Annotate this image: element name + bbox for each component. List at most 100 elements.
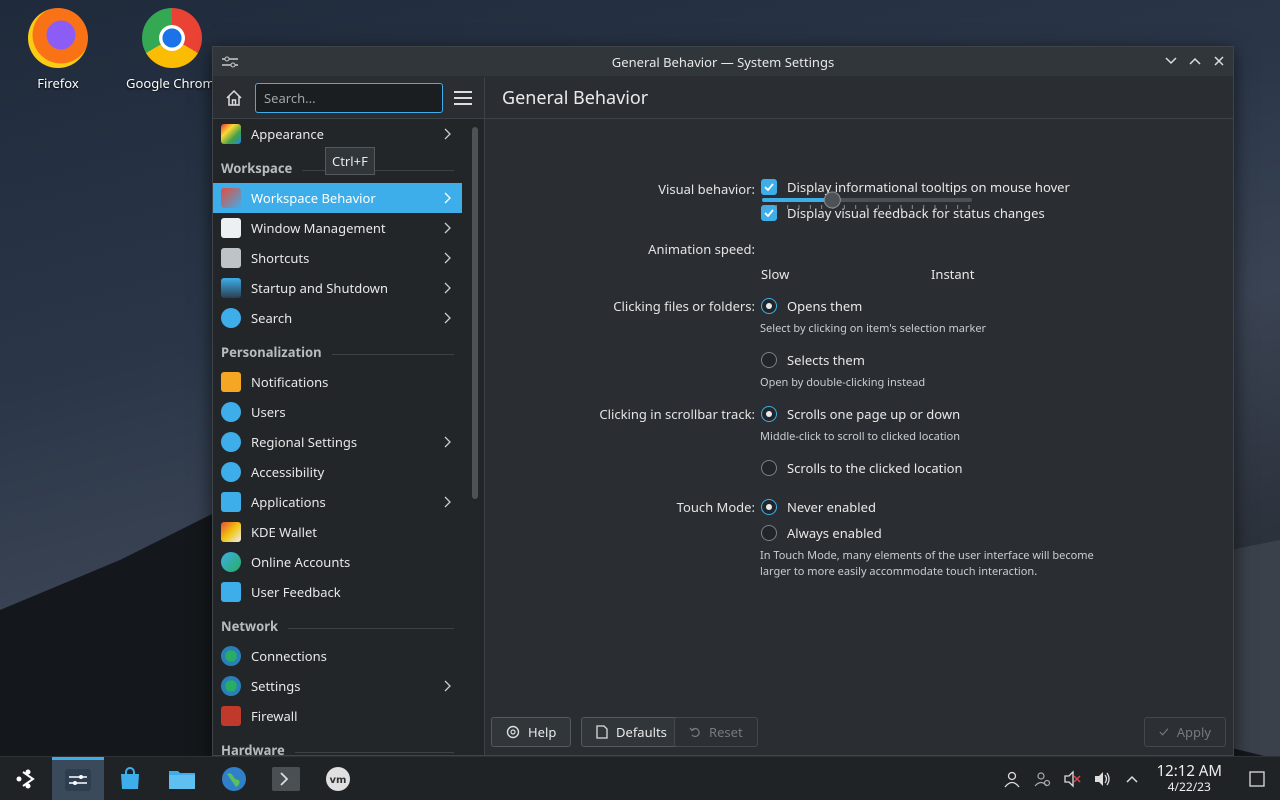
taskbar-discover[interactable]	[104, 757, 156, 800]
tray-users-icon[interactable]	[1027, 770, 1057, 788]
home-icon	[226, 89, 242, 106]
window-menu-icon[interactable]	[221, 55, 239, 69]
sidebar-item-label: Notifications	[251, 373, 329, 391]
window-title: General Behavior — System Settings	[611, 52, 835, 71]
sidebar-item-search[interactable]: Search	[213, 303, 462, 333]
search-input[interactable]	[255, 82, 443, 113]
sidebar-item-label: Accessibility	[251, 463, 325, 481]
sidebar-item-label: KDE Wallet	[251, 523, 318, 541]
sidebar-item-accessibility[interactable]: Accessibility	[213, 457, 462, 487]
document-icon	[596, 725, 608, 739]
search-shortcut-tooltip: Ctrl+F	[325, 147, 375, 175]
help-button[interactable]: Help	[491, 717, 572, 747]
sidebar-item-user-feedback[interactable]: User Feedback	[213, 577, 462, 607]
reset-button[interactable]: Reset	[674, 717, 758, 747]
selects-them-radio[interactable]: Selects them	[761, 351, 865, 369]
clock[interactable]: 12:12 AM 4/22/23	[1157, 764, 1222, 795]
sidebar-category-title: Personalization	[221, 343, 322, 361]
radio-selected-icon	[761, 499, 777, 515]
sidebar-item-window-management[interactable]: Window Management	[213, 213, 462, 243]
show-desktop-button[interactable]	[1242, 771, 1272, 787]
sidebar-item-regional-settings[interactable]: Regional Settings	[213, 427, 462, 457]
online-accounts-icon	[221, 552, 241, 572]
feedback-icon	[221, 582, 241, 602]
appearance-icon	[221, 124, 241, 144]
tray-expand-icon[interactable]	[1117, 775, 1147, 783]
sidebar-item-label: Appearance	[251, 125, 324, 143]
sidebar-item-settings[interactable]: Settings	[213, 671, 462, 701]
taskbar-file-manager[interactable]	[156, 757, 208, 800]
divider	[294, 752, 454, 753]
radio-unselected-icon	[761, 525, 777, 541]
tray-user-icon[interactable]	[997, 770, 1027, 788]
animation-speed-slider[interactable]	[761, 188, 973, 218]
taskbar-browser[interactable]	[208, 757, 260, 800]
sidebar-item-label: User Feedback	[251, 583, 341, 601]
hamburger-menu-button[interactable]	[453, 88, 473, 108]
show-desktop-icon	[1249, 771, 1265, 787]
desktop-icon-chrome[interactable]: Google Chrome	[124, 8, 214, 92]
touch-mode-note-line1: In Touch Mode, many elements of the user…	[760, 548, 1094, 563]
sidebar-item-applications[interactable]: Applications	[213, 487, 462, 517]
sidebar-item-firewall[interactable]: Firewall	[213, 701, 462, 731]
check-icon	[1159, 728, 1169, 736]
always-enabled-radio[interactable]: Always enabled	[761, 524, 882, 542]
scroll-clicked-radio[interactable]: Scrolls to the clicked location	[761, 459, 963, 477]
sidebar-item-notifications[interactable]: Notifications	[213, 367, 462, 397]
chevron-right-icon	[444, 312, 451, 324]
sidebar-item-shortcuts[interactable]: Shortcuts	[213, 243, 462, 273]
minimize-button[interactable]	[1163, 53, 1179, 69]
touch-mode-note-line2: larger to more easily accommodate touch …	[760, 564, 1038, 579]
opens-them-radio[interactable]: Opens them	[761, 297, 862, 315]
tray-volume-icon[interactable]	[1087, 770, 1117, 788]
chevron-right-icon	[444, 436, 451, 448]
defaults-button[interactable]: Defaults	[581, 717, 682, 747]
terminal-icon	[272, 766, 300, 791]
sidebar-item-connections[interactable]: Connections	[213, 641, 462, 671]
sidebar-category-title: Hardware	[221, 741, 285, 755]
radio-unselected-icon	[761, 352, 777, 368]
sidebar-item-label: Search	[251, 309, 293, 327]
sidebar-item-users[interactable]: Users	[213, 397, 462, 427]
chevron-right-icon	[444, 282, 451, 294]
app-launcher-button[interactable]	[0, 757, 52, 800]
radio-selected-icon	[761, 298, 777, 314]
sidebar-list: Appearance Workspace Workspace Behavior Wi…	[213, 119, 462, 755]
slider-handle[interactable]	[823, 191, 841, 209]
system-settings-window: General Behavior — System Settings Ctrl+…	[212, 46, 1234, 756]
apply-button[interactable]: Apply	[1144, 717, 1226, 747]
home-button[interactable]	[221, 85, 247, 111]
sidebar-item-workspace-behavior[interactable]: Workspace Behavior	[213, 183, 462, 213]
maximize-button[interactable]	[1187, 53, 1203, 69]
clicking-files-label: Clicking files or folders:	[613, 297, 755, 315]
desktop-icon-firefox[interactable]: Firefox	[8, 8, 108, 92]
page-title: General Behavior	[485, 77, 1233, 119]
users-icon	[221, 402, 241, 422]
taskbar-system-settings[interactable]	[52, 756, 104, 800]
firewall-icon	[221, 706, 241, 726]
touch-mode-label: Touch Mode:	[676, 498, 755, 516]
sidebar-item-online-accounts[interactable]: Online Accounts	[213, 547, 462, 577]
tray-mic-muted-icon[interactable]	[1057, 770, 1087, 788]
sidebar-item-startup-and-shutdown[interactable]: Startup and Shutdown	[213, 273, 462, 303]
chevron-right-icon	[444, 496, 451, 508]
window-management-icon	[221, 218, 241, 238]
sidebar-category-title: Workspace	[221, 159, 293, 177]
close-button[interactable]	[1211, 53, 1227, 69]
sidebar-scrollbar[interactable]	[472, 127, 478, 499]
keyboard-icon	[221, 248, 241, 268]
sidebar-header	[213, 77, 484, 119]
firefox-icon	[28, 8, 88, 68]
sidebar-item-label: Firewall	[251, 707, 298, 725]
never-enabled-radio[interactable]: Never enabled	[761, 498, 876, 516]
globe-icon	[221, 646, 241, 666]
sidebar-item-appearance[interactable]: Appearance	[213, 119, 462, 149]
sidebar-item-kde-wallet[interactable]: KDE Wallet	[213, 517, 462, 547]
taskbar-terminal[interactable]	[260, 757, 312, 800]
sidebar-item-label: Shortcuts	[251, 249, 310, 267]
wallet-icon	[221, 522, 241, 542]
instant-label: Instant	[931, 265, 975, 283]
title-bar[interactable]: General Behavior — System Settings	[213, 47, 1233, 77]
taskbar-vmware[interactable]: vm	[312, 757, 364, 800]
scroll-page-radio[interactable]: Scrolls one page up or down	[761, 405, 960, 423]
